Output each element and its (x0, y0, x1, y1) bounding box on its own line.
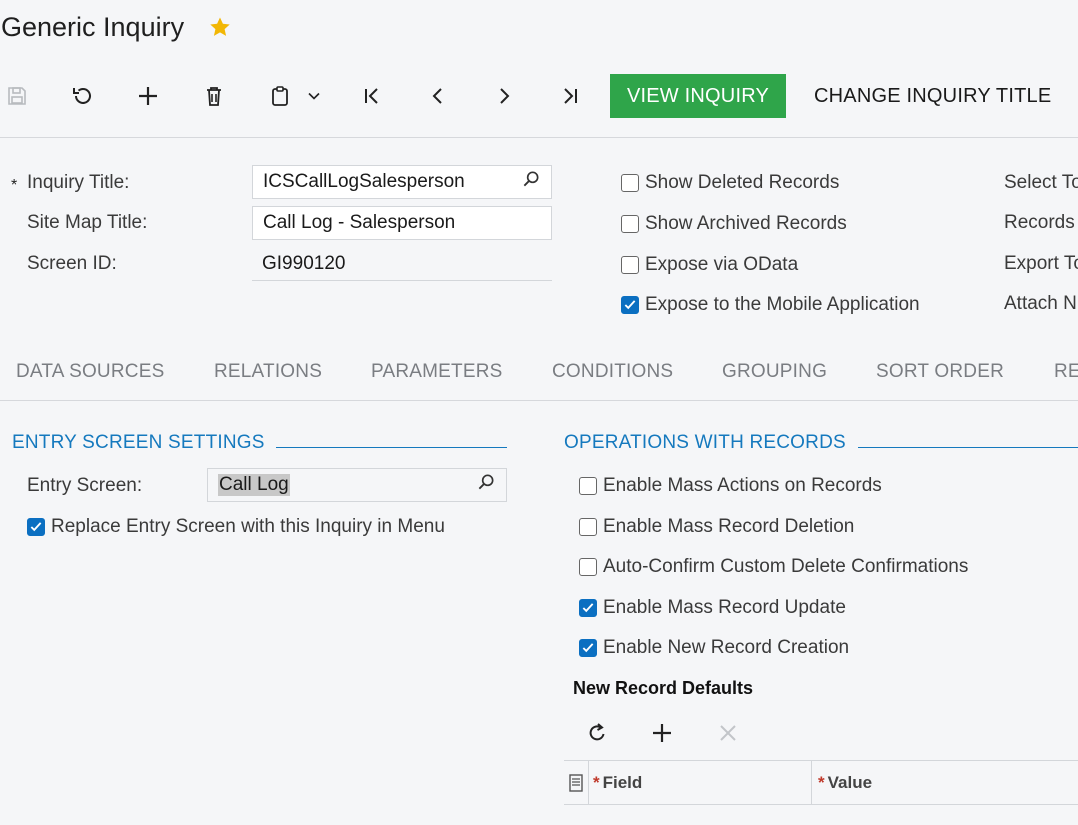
view-inquiry-button[interactable]: VIEW INQUIRY (610, 74, 786, 118)
replace-entry-screen-checkbox[interactable]: Replace Entry Screen with this Inquiry i… (27, 516, 445, 538)
refresh-icon[interactable] (585, 721, 609, 745)
checkbox-box[interactable] (621, 296, 639, 314)
chevron-down-icon[interactable] (304, 84, 324, 108)
undo-icon[interactable] (70, 84, 94, 108)
entry-screen-value: Call Log (218, 474, 290, 496)
column-label: Value (827, 772, 873, 792)
checkbox-box[interactable] (27, 518, 45, 536)
row-selector-icon[interactable] (564, 761, 589, 804)
entry-screen-label: Entry Screen: (27, 475, 143, 496)
tab-relations[interactable]: RELATIONS (214, 361, 322, 383)
checkbox-box[interactable] (621, 215, 639, 233)
tab-conditions[interactable]: CONDITIONS (552, 361, 673, 383)
records-label: Records (1004, 212, 1075, 233)
value-column-header[interactable]: * Value (818, 761, 1058, 804)
add-icon[interactable] (136, 84, 160, 108)
save-icon[interactable] (5, 84, 29, 108)
checkbox-label: Enable Mass Actions on Records (603, 475, 882, 496)
enable-mass-actions-checkbox[interactable]: Enable Mass Actions on Records (579, 475, 882, 497)
section-divider (858, 447, 1078, 448)
checkbox-label: Show Deleted Records (645, 172, 840, 193)
star-icon[interactable] (208, 15, 232, 39)
new-record-defaults-title: New Record Defaults (573, 678, 754, 698)
search-icon[interactable] (476, 472, 496, 498)
required-marker: * (818, 772, 825, 792)
inquiry-title-label: Inquiry Title: (27, 172, 130, 193)
change-inquiry-title-button[interactable]: CHANGE INQUIRY TITLE (800, 74, 1065, 118)
checkbox-label: Replace Entry Screen with this Inquiry i… (51, 516, 445, 537)
clipboard-icon[interactable] (268, 84, 292, 108)
inquiry-title-field[interactable]: ICSCallLogSalesperson (252, 165, 552, 199)
checkbox-box[interactable] (579, 477, 597, 495)
expose-via-odata-checkbox[interactable]: Expose via OData (621, 254, 798, 276)
toolbar-divider (0, 137, 1078, 138)
tab-grouping[interactable]: GROUPING (722, 361, 827, 383)
checkbox-label: Expose via OData (645, 254, 799, 275)
screen-id-field: GI990120 (252, 247, 552, 281)
checkbox-label: Show Archived Records (645, 213, 847, 234)
show-archived-records-checkbox[interactable]: Show Archived Records (621, 213, 847, 235)
show-deleted-records-checkbox[interactable]: Show Deleted Records (621, 172, 839, 194)
field-column-header[interactable]: * Field (593, 761, 812, 804)
checkbox-box[interactable] (621, 174, 639, 192)
entry-screen-field[interactable]: Call Log (207, 468, 507, 502)
page-title: Generic Inquiry (1, 12, 185, 42)
add-row-icon[interactable] (650, 721, 674, 745)
entry-screen-settings-title: ENTRY SCREEN SETTINGS (12, 432, 265, 453)
delete-icon[interactable] (202, 84, 226, 108)
auto-confirm-delete-checkbox[interactable]: Auto-Confirm Custom Delete Confirmations (579, 556, 968, 578)
screen-id-value: GI990120 (262, 252, 346, 274)
tab-parameters[interactable]: PARAMETERS (371, 361, 503, 383)
first-record-icon[interactable] (360, 84, 384, 108)
screen-id-label: Screen ID: (27, 253, 117, 274)
site-map-title-value: Call Log - Salesperson (263, 212, 456, 233)
inquiry-title-value: ICSCallLogSalesperson (263, 171, 465, 192)
checkbox-box[interactable] (579, 518, 597, 536)
checkbox-label: Auto-Confirm Custom Delete Confirmations (603, 556, 969, 577)
site-map-title-field[interactable]: Call Log - Salesperson (252, 206, 552, 240)
tab-results[interactable]: RE (1054, 361, 1078, 383)
checkbox-label: Enable Mass Record Deletion (603, 516, 855, 537)
checkbox-label: Expose to the Mobile Application (645, 294, 920, 315)
column-label: Field (602, 772, 643, 792)
last-record-icon[interactable] (558, 84, 582, 108)
search-icon[interactable] (521, 169, 541, 195)
expose-mobile-checkbox[interactable]: Expose to the Mobile Application (621, 294, 920, 316)
checkbox-box[interactable] (579, 558, 597, 576)
section-divider (276, 447, 507, 448)
attach-notes-label: Attach N (1004, 293, 1077, 314)
select-to-label: Select To (1004, 172, 1078, 193)
delete-row-icon (716, 721, 740, 745)
site-map-title-label: Site Map Title: (27, 212, 148, 233)
tab-sort-order[interactable]: SORT ORDER (876, 361, 1004, 383)
checkbox-box[interactable] (621, 256, 639, 274)
checkbox-box[interactable] (579, 599, 597, 617)
checkbox-box[interactable] (579, 639, 597, 657)
tab-data-sources[interactable]: DATA SOURCES (16, 361, 164, 383)
required-marker: * (11, 177, 18, 194)
enable-new-record-checkbox[interactable]: Enable New Record Creation (579, 637, 849, 659)
enable-mass-deletion-checkbox[interactable]: Enable Mass Record Deletion (579, 516, 854, 538)
tabs-divider (0, 400, 1078, 401)
previous-icon[interactable] (426, 84, 450, 108)
checkbox-label: Enable Mass Record Update (603, 597, 846, 618)
defaults-grid-header: * Field * Value (564, 760, 1078, 805)
enable-mass-update-checkbox[interactable]: Enable Mass Record Update (579, 597, 846, 619)
operations-with-records-title: OPERATIONS WITH RECORDS (564, 432, 846, 453)
export-to-label: Export To (1004, 253, 1078, 274)
required-marker: * (593, 772, 600, 792)
checkbox-label: Enable New Record Creation (603, 637, 850, 658)
next-icon[interactable] (492, 84, 516, 108)
